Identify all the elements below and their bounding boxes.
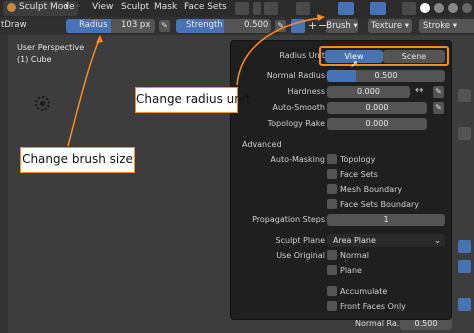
radius-unit-arrowhead	[317, 14, 325, 21]
radius-unit-callout: Change radius unit	[135, 87, 250, 113]
brush-size-callout: Change brush size	[20, 147, 135, 173]
brush-size-arrowhead	[96, 35, 103, 43]
radius-unit-arrow	[236, 17, 321, 86]
brush-size-arrow	[67, 37, 101, 147]
